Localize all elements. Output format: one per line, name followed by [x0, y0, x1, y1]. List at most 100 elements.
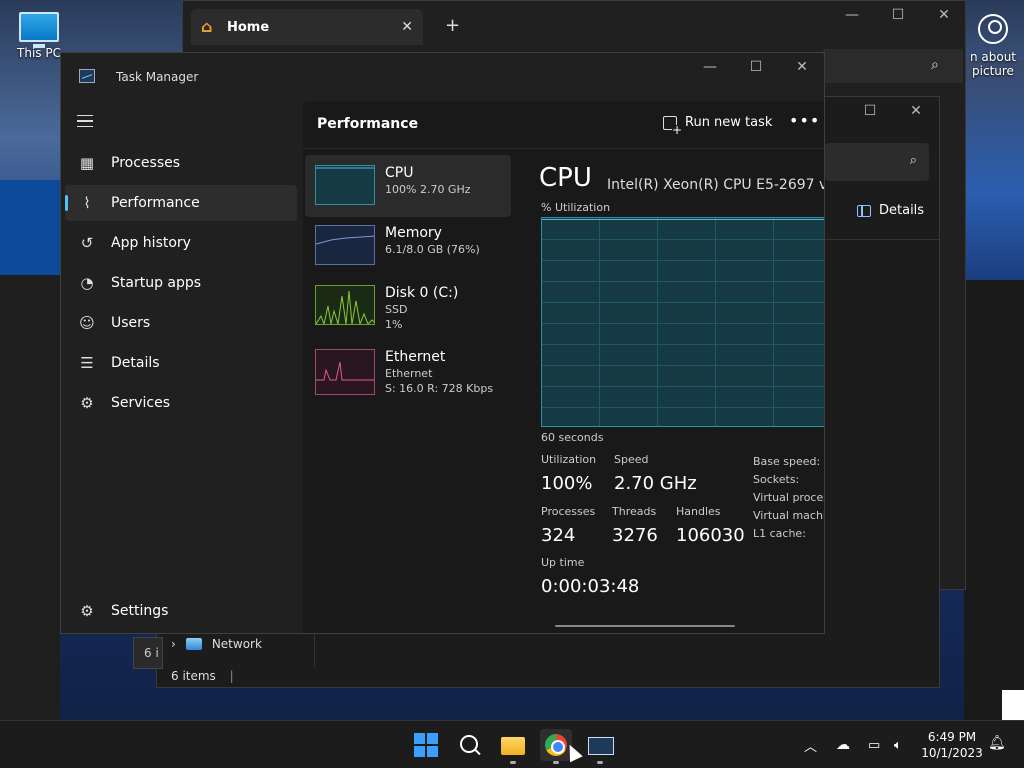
- maximize-button[interactable]: ☐: [847, 103, 893, 119]
- desktop-icon-about-picture[interactable]: n about picture: [962, 14, 1024, 78]
- system-clock[interactable]: 6:49 PM 10/1/2023: [920, 729, 984, 761]
- new-tab-button[interactable]: +: [445, 15, 460, 36]
- maximize-button[interactable]: ☐: [733, 59, 779, 75]
- sidebar-item-performance[interactable]: ⌇ Performance: [65, 185, 297, 221]
- services-icon: ⚙: [80, 394, 94, 412]
- sidebar-item-details[interactable]: ☰ Details: [65, 345, 297, 381]
- sidebar-item-services[interactable]: ⚙ Services: [65, 385, 297, 421]
- detail-heading: CPU: [539, 163, 592, 193]
- perf-item-sub: Ethernet: [385, 367, 433, 380]
- grid-line: [715, 218, 716, 426]
- tab-home[interactable]: ⌂ Home ✕: [191, 9, 423, 45]
- perf-item-ethernet[interactable]: Ethernet Ethernet S: 16.0 R: 728 Kbps: [305, 335, 511, 407]
- nav-item-network[interactable]: › Network: [171, 637, 262, 651]
- sidebar-item-processes[interactable]: ▦ Processes: [65, 145, 297, 181]
- close-button[interactable]: ✕: [921, 7, 967, 23]
- perf-item-sub: S: 16.0 R: 728 Kbps: [385, 382, 494, 395]
- history-icon: ↺: [80, 234, 94, 252]
- file-explorer-icon[interactable]: [497, 729, 529, 761]
- more-options-icon[interactable]: •••: [789, 111, 820, 130]
- minimize-button[interactable]: —: [687, 59, 733, 75]
- network-status-icon[interactable]: ▭: [868, 721, 880, 768]
- handles-label: Handles: [676, 505, 721, 518]
- task-manager-taskbar-icon[interactable]: [584, 729, 616, 761]
- utilization-graph-label: % Utilization: [541, 201, 611, 214]
- taskbar: ︿ ☁ ▭ 🔈︎ 6:49 PM 10/1/2023 🔔︎: [0, 720, 1024, 768]
- perf-item-memory[interactable]: Memory 6.1/8.0 GB (76%): [305, 215, 511, 277]
- hamburger-menu-icon[interactable]: [77, 115, 93, 127]
- horizontal-scrollbar[interactable]: [555, 625, 735, 627]
- startup-icon: ◔: [80, 274, 94, 292]
- grid-line: [542, 386, 824, 387]
- virtual-machine-label: Virtual machi: [753, 509, 825, 522]
- tab-bar: ⌂ Home ✕ + — ☐ ✕: [183, 1, 965, 49]
- title-bar[interactable]: Task Manager — ☐ ✕: [61, 53, 824, 101]
- notification-bell-icon[interactable]: 🔔︎: [988, 735, 1006, 751]
- uptime-value: 0:00:03:48: [541, 576, 640, 597]
- running-indicator: [553, 761, 559, 764]
- performance-panel: Performance Run new task ••• CPU 100% 2.…: [303, 101, 825, 633]
- utilization-line: [542, 219, 824, 220]
- utilization-label: Utilization: [541, 453, 597, 466]
- cpu-sparkline: [316, 167, 374, 169]
- search-icon[interactable]: ⌕: [931, 57, 939, 73]
- page-title: Performance: [317, 116, 419, 132]
- desktop-icon-this-pc[interactable]: This PC: [14, 12, 64, 60]
- base-speed-label: Base speed:: [753, 455, 821, 468]
- status-bar: 6 items |: [171, 669, 234, 683]
- taskbar-search-icon[interactable]: [454, 729, 486, 761]
- minimize-button[interactable]: —: [829, 7, 875, 23]
- wallpaper-segment: [964, 60, 1024, 280]
- sidebar-item-label: Processes: [111, 155, 181, 171]
- sidebar-item-label: Startup apps: [111, 275, 202, 291]
- monitor-icon: [19, 12, 59, 48]
- start-button[interactable]: [410, 729, 442, 761]
- perf-item-disk[interactable]: Disk 0 (C:) SSD 1%: [305, 275, 511, 337]
- close-button[interactable]: ✕: [893, 103, 939, 119]
- maximize-button[interactable]: ☐: [875, 7, 921, 23]
- cpu-utilization-graph: [541, 217, 824, 427]
- tab-close-icon[interactable]: ✕: [401, 19, 413, 35]
- sidebar-item-settings[interactable]: ⚙ Settings: [65, 593, 297, 629]
- address-bar[interactable]: [823, 49, 963, 83]
- grid-line: [542, 323, 824, 324]
- perf-item-sub: 100% 2.70 GHz: [385, 183, 471, 196]
- task-manager-window[interactable]: Task Manager — ☐ ✕ ▦ Processes ⌇ Perform…: [60, 52, 825, 634]
- grid-line: [657, 218, 658, 426]
- running-indicator: [597, 761, 603, 764]
- perf-item-cpu[interactable]: CPU 100% 2.70 GHz: [305, 155, 511, 217]
- status-item-count: 6 items: [171, 669, 216, 683]
- speed-value: 2.70 GHz: [614, 473, 697, 494]
- run-new-task-button[interactable]: Run new task: [663, 115, 772, 135]
- sidebar-item-users[interactable]: ☺ Users: [65, 305, 297, 341]
- search-input[interactable]: ⌕: [825, 143, 929, 181]
- cpu-thumbnail: [315, 165, 375, 205]
- processes-value: 324: [541, 525, 576, 546]
- ethernet-thumbnail: [315, 349, 375, 395]
- threads-label: Threads: [612, 505, 657, 518]
- users-icon: ☺: [79, 314, 95, 332]
- chevron-right-icon[interactable]: ›: [171, 637, 176, 651]
- perf-item-sub: 6.1/8.0 GB (76%): [385, 243, 480, 256]
- cpu-model: Intel(R) Xeon(R) CPU E5-2697 v: [607, 177, 825, 193]
- memory-sparkline: [316, 235, 374, 245]
- processes-label: Processes: [541, 505, 596, 518]
- wallpaper-segment: [0, 180, 60, 280]
- uptime-label: Up time: [541, 556, 585, 569]
- grid-line: [542, 302, 824, 303]
- sidebar-item-label: Performance: [111, 195, 200, 211]
- handles-value: 106030: [676, 525, 745, 546]
- perf-item-sub: SSD: [385, 303, 408, 316]
- sidebar-item-app-history[interactable]: ↺ App history: [65, 225, 297, 261]
- details-button[interactable]: Details: [857, 203, 924, 218]
- show-hidden-icons-chevron-icon[interactable]: ︿: [804, 721, 817, 768]
- volume-muted-icon[interactable]: 🔈︎: [894, 721, 902, 768]
- grid-line: [542, 239, 824, 240]
- onedrive-cloud-icon[interactable]: ☁: [836, 721, 850, 768]
- search-icon: ⌕: [909, 153, 917, 168]
- window-controls: — ☐ ✕: [687, 59, 824, 75]
- close-button[interactable]: ✕: [779, 59, 824, 75]
- sidebar-item-startup-apps[interactable]: ◔ Startup apps: [65, 265, 297, 301]
- grid-line: [542, 281, 824, 282]
- grid-line: [599, 218, 600, 426]
